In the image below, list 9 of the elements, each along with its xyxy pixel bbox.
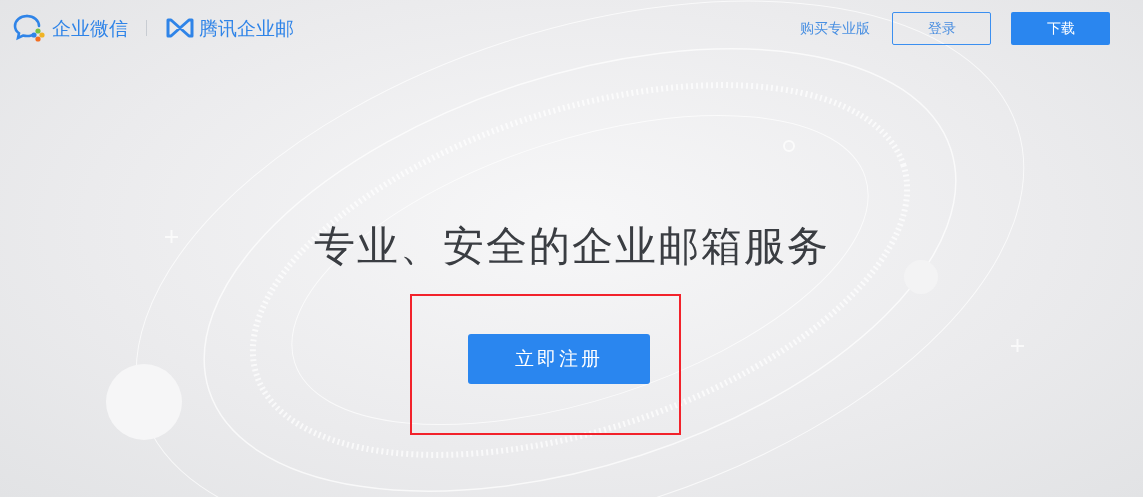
hero-title: 专业、安全的企业邮箱服务 <box>312 221 831 272</box>
register-button[interactable]: 立即注册 <box>468 333 650 384</box>
download-button[interactable]: 下载 <box>1011 11 1110 45</box>
brand-name[interactable]: 腾讯企业邮 <box>199 13 294 43</box>
chat-bubble-icon <box>12 13 48 43</box>
bowtie-logo-icon <box>165 17 195 39</box>
login-button[interactable]: 登录 <box>892 11 991 45</box>
brand-name[interactable]: 企业微信 <box>52 13 128 43</box>
buy-link[interactable]: 购买专业版 <box>800 17 870 39</box>
